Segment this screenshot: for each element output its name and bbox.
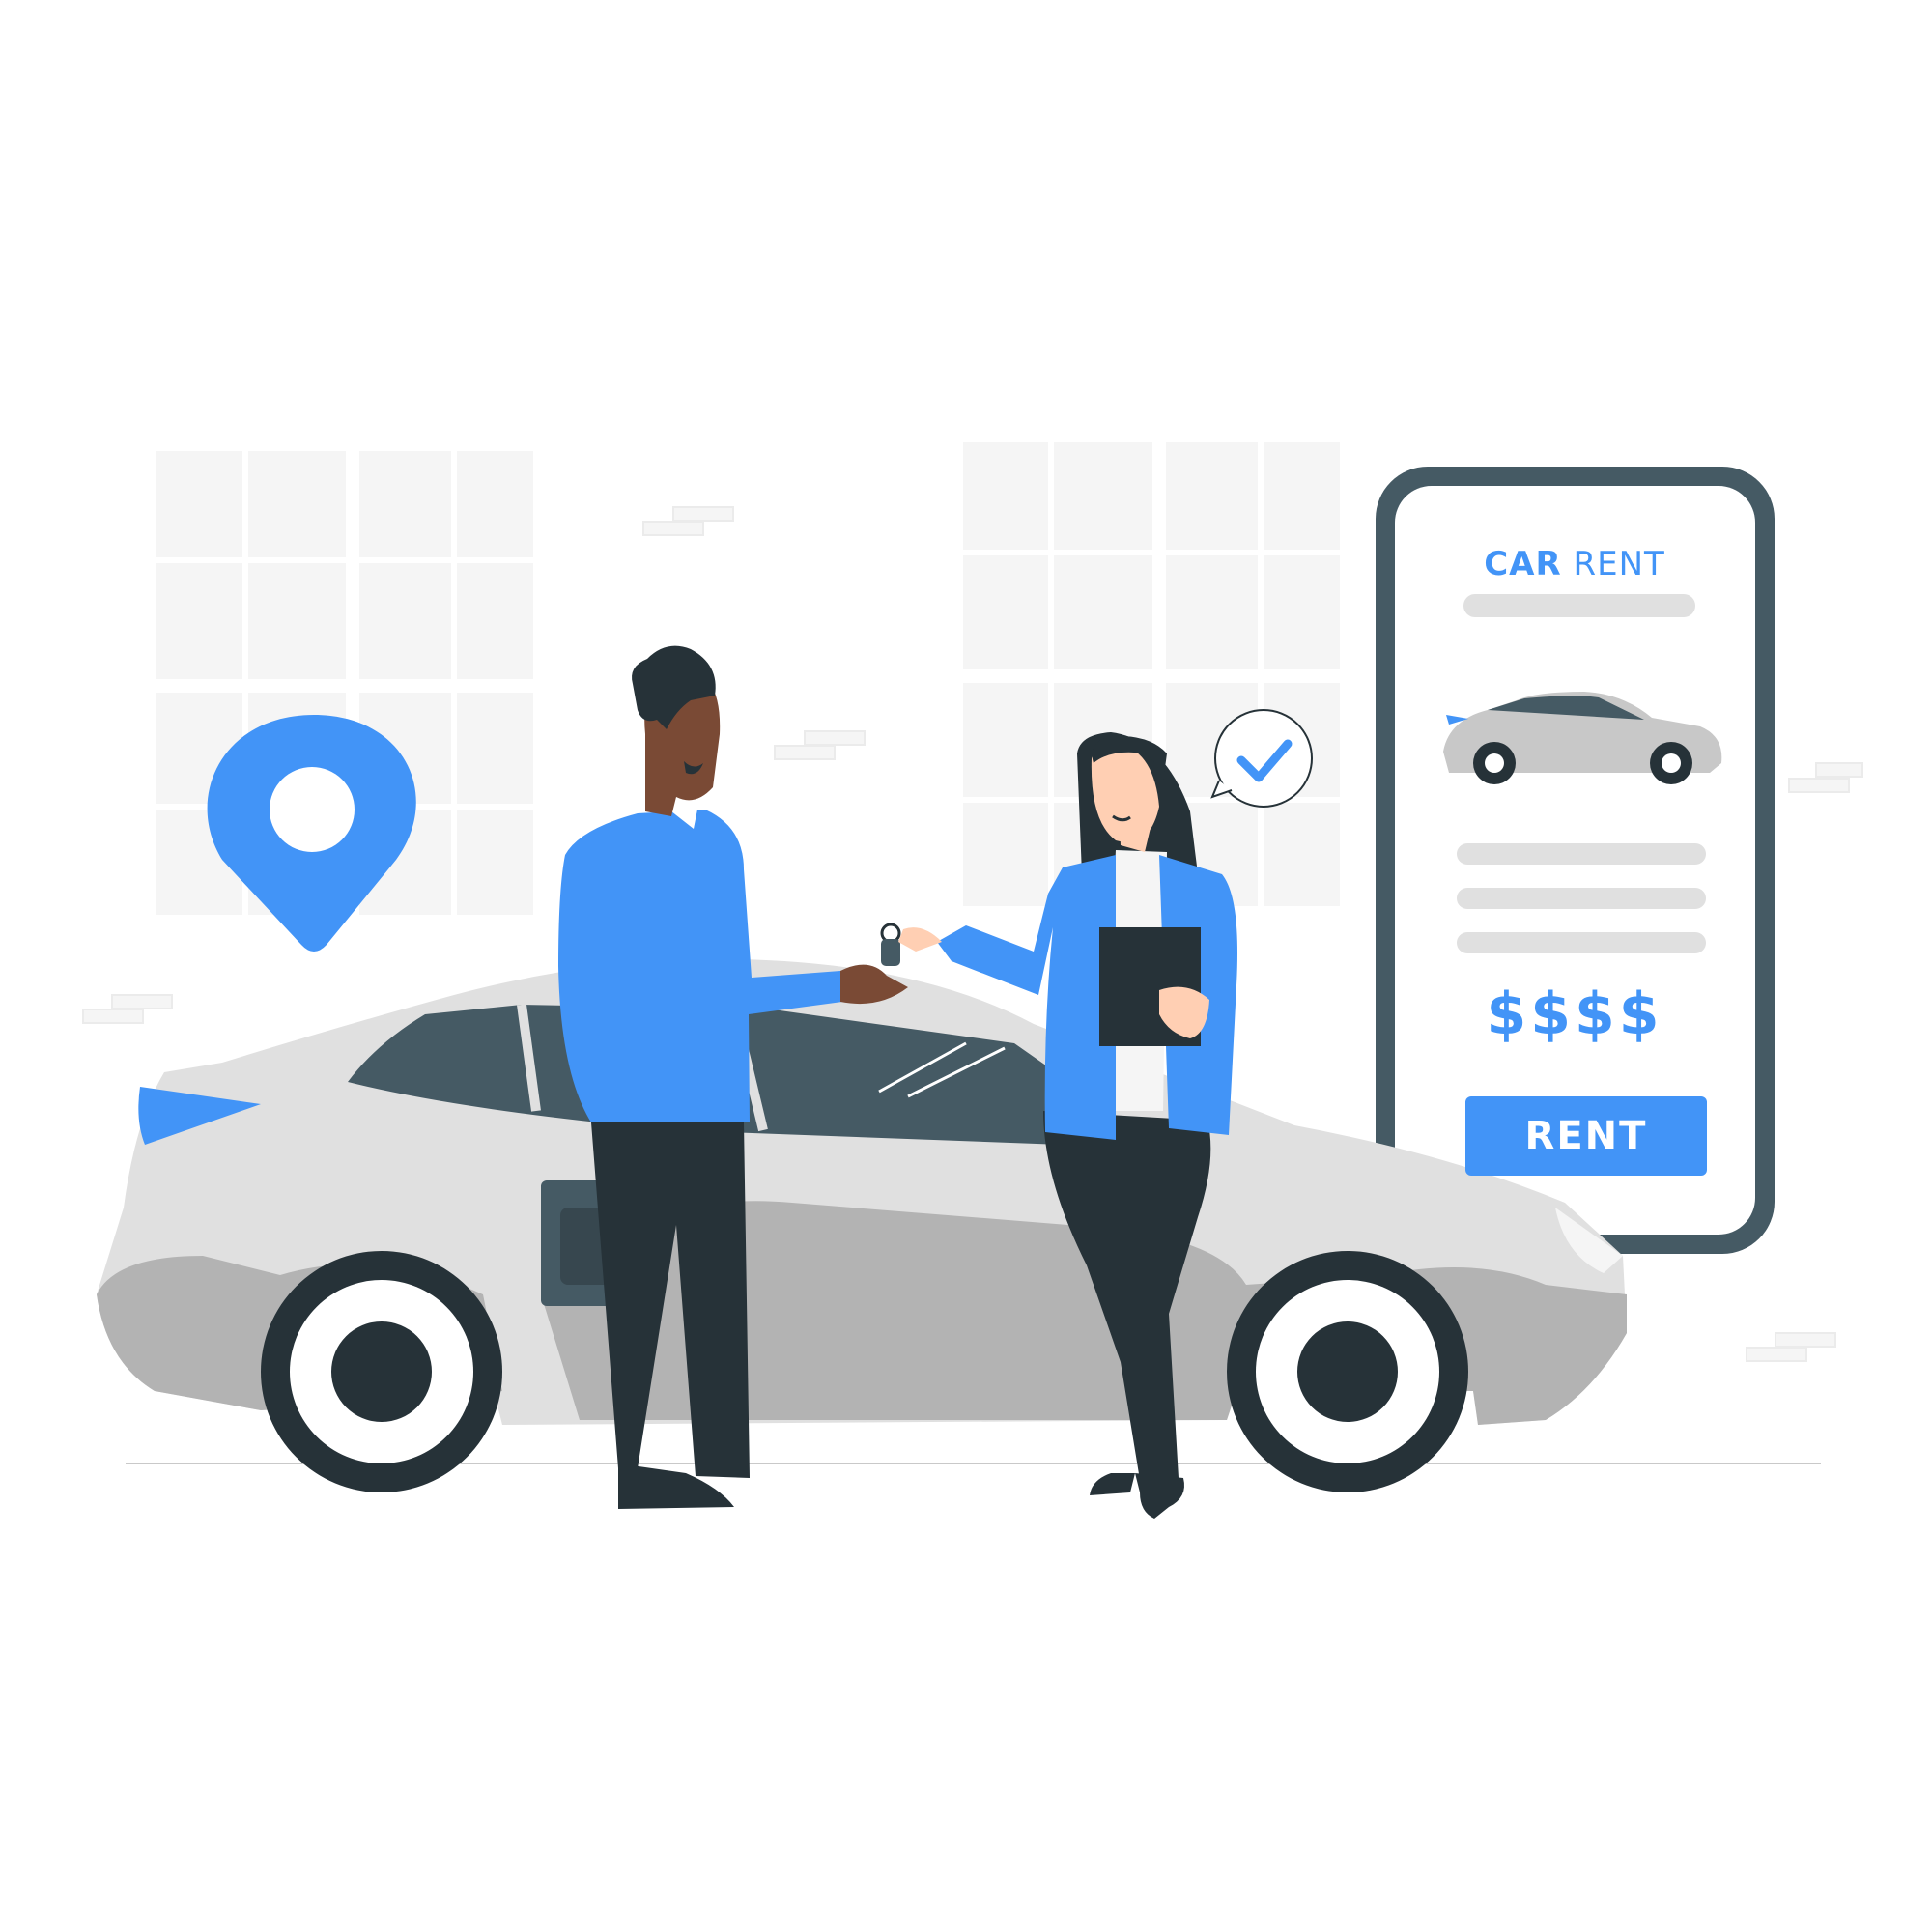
phone-detail-line (1457, 888, 1706, 909)
location-pin-icon (207, 715, 416, 952)
phone-title-rest: RENT (1573, 545, 1665, 583)
phone-price: $$$$ (1486, 980, 1663, 1048)
car-key-icon (880, 923, 901, 966)
phone-detail-line (1457, 843, 1706, 865)
phone-detail-line (1457, 932, 1706, 953)
phone-app-title: CAR RENT (1391, 545, 1758, 583)
car-rental-illustration (82, 442, 1863, 1519)
rent-button[interactable]: RENT (1465, 1096, 1707, 1176)
phone-title-bold: CAR (1484, 545, 1562, 583)
phone-subtitle-placeholder (1463, 594, 1695, 617)
